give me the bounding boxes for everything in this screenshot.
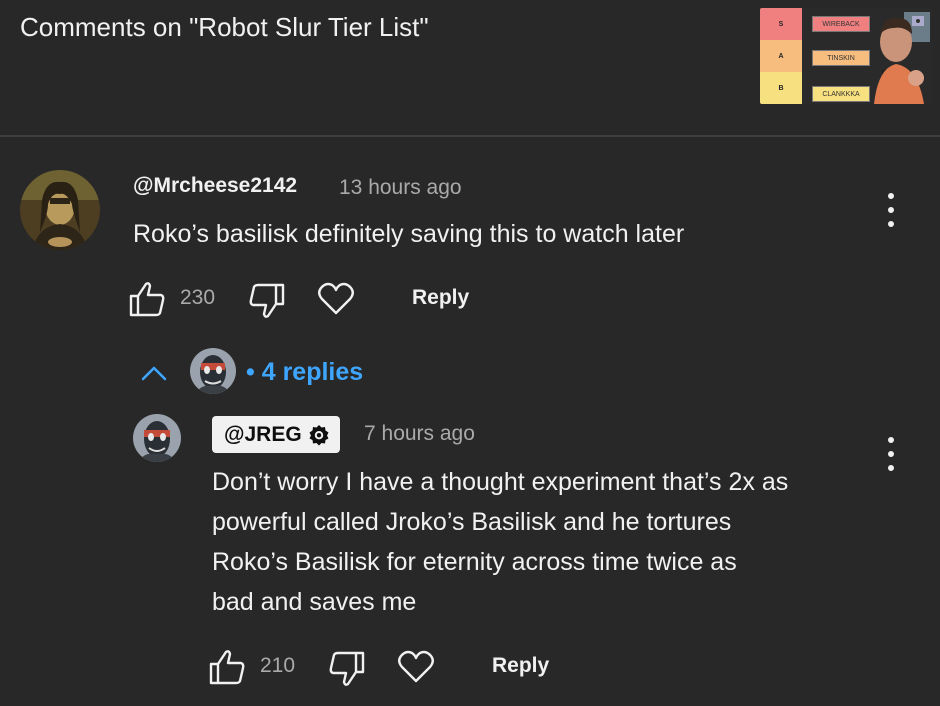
comment-like-count: 230 xyxy=(180,286,216,309)
reply-text: Don’t worry I have a thought experiment … xyxy=(212,462,788,622)
reply-text-line: powerful called Jroko’s Basilisk and he … xyxy=(212,508,732,536)
tier-card-wireback: WIREBACK xyxy=(812,16,870,32)
tier-card-tinskin: TINSKIN xyxy=(812,50,870,66)
reply-timestamp[interactable]: 7 hours ago xyxy=(364,422,475,446)
tier-label-s: S xyxy=(760,8,802,40)
replier-avatar-small xyxy=(190,348,236,394)
tier-card-clankkka: CLANKKKA xyxy=(812,86,870,102)
tier-label-a: A xyxy=(760,40,802,72)
comment-text: Roko’s basilisk definitely saving this t… xyxy=(133,220,685,248)
reply-author-avatar[interactable] xyxy=(133,414,181,462)
reply-text-line: bad and saves me xyxy=(212,588,417,616)
reply-text-line: Don’t worry I have a thought experiment … xyxy=(212,468,789,496)
commenter-avatar[interactable] xyxy=(20,170,100,250)
chevron-up-icon[interactable] xyxy=(141,364,167,382)
reply-author[interactable]: @JREG xyxy=(224,423,302,447)
thumb-up-icon[interactable] xyxy=(208,649,246,685)
tier-label-b: B xyxy=(760,72,802,104)
verified-badge-icon xyxy=(308,424,330,446)
heart-icon[interactable] xyxy=(397,650,435,684)
reply-text-line: Roko’s Basilisk for eternity across time… xyxy=(212,548,737,576)
comment-timestamp[interactable]: 13 hours ago xyxy=(339,176,462,200)
header-divider xyxy=(0,135,940,137)
reply-author-chip[interactable]: @JREG xyxy=(212,416,340,453)
thumbnail-person-image xyxy=(874,12,930,104)
replies-toggle[interactable]: • 4 replies xyxy=(246,358,363,387)
replies-count-label[interactable]: 4 replies xyxy=(262,358,363,386)
replies-bullet: • xyxy=(246,358,255,386)
comment-author[interactable]: @Mrcheese2142 xyxy=(133,174,297,198)
heart-icon[interactable] xyxy=(317,282,355,316)
thumb-down-icon[interactable] xyxy=(248,283,286,319)
comment-reply-button[interactable]: Reply xyxy=(412,286,469,310)
video-thumbnail[interactable]: S A B WIREBACK TINSKIN CLANKKKA xyxy=(760,8,932,104)
reply-like-count: 210 xyxy=(260,654,296,677)
reply-reply-button[interactable]: Reply xyxy=(492,654,549,678)
thumb-down-icon[interactable] xyxy=(328,651,366,687)
thumb-up-icon[interactable] xyxy=(128,281,166,317)
reply-more-icon[interactable] xyxy=(885,437,897,471)
comment-more-icon[interactable] xyxy=(885,193,897,227)
page-title: Comments on "Robot Slur Tier List" xyxy=(20,12,429,42)
mona-lisa-avatar-image xyxy=(20,170,100,250)
